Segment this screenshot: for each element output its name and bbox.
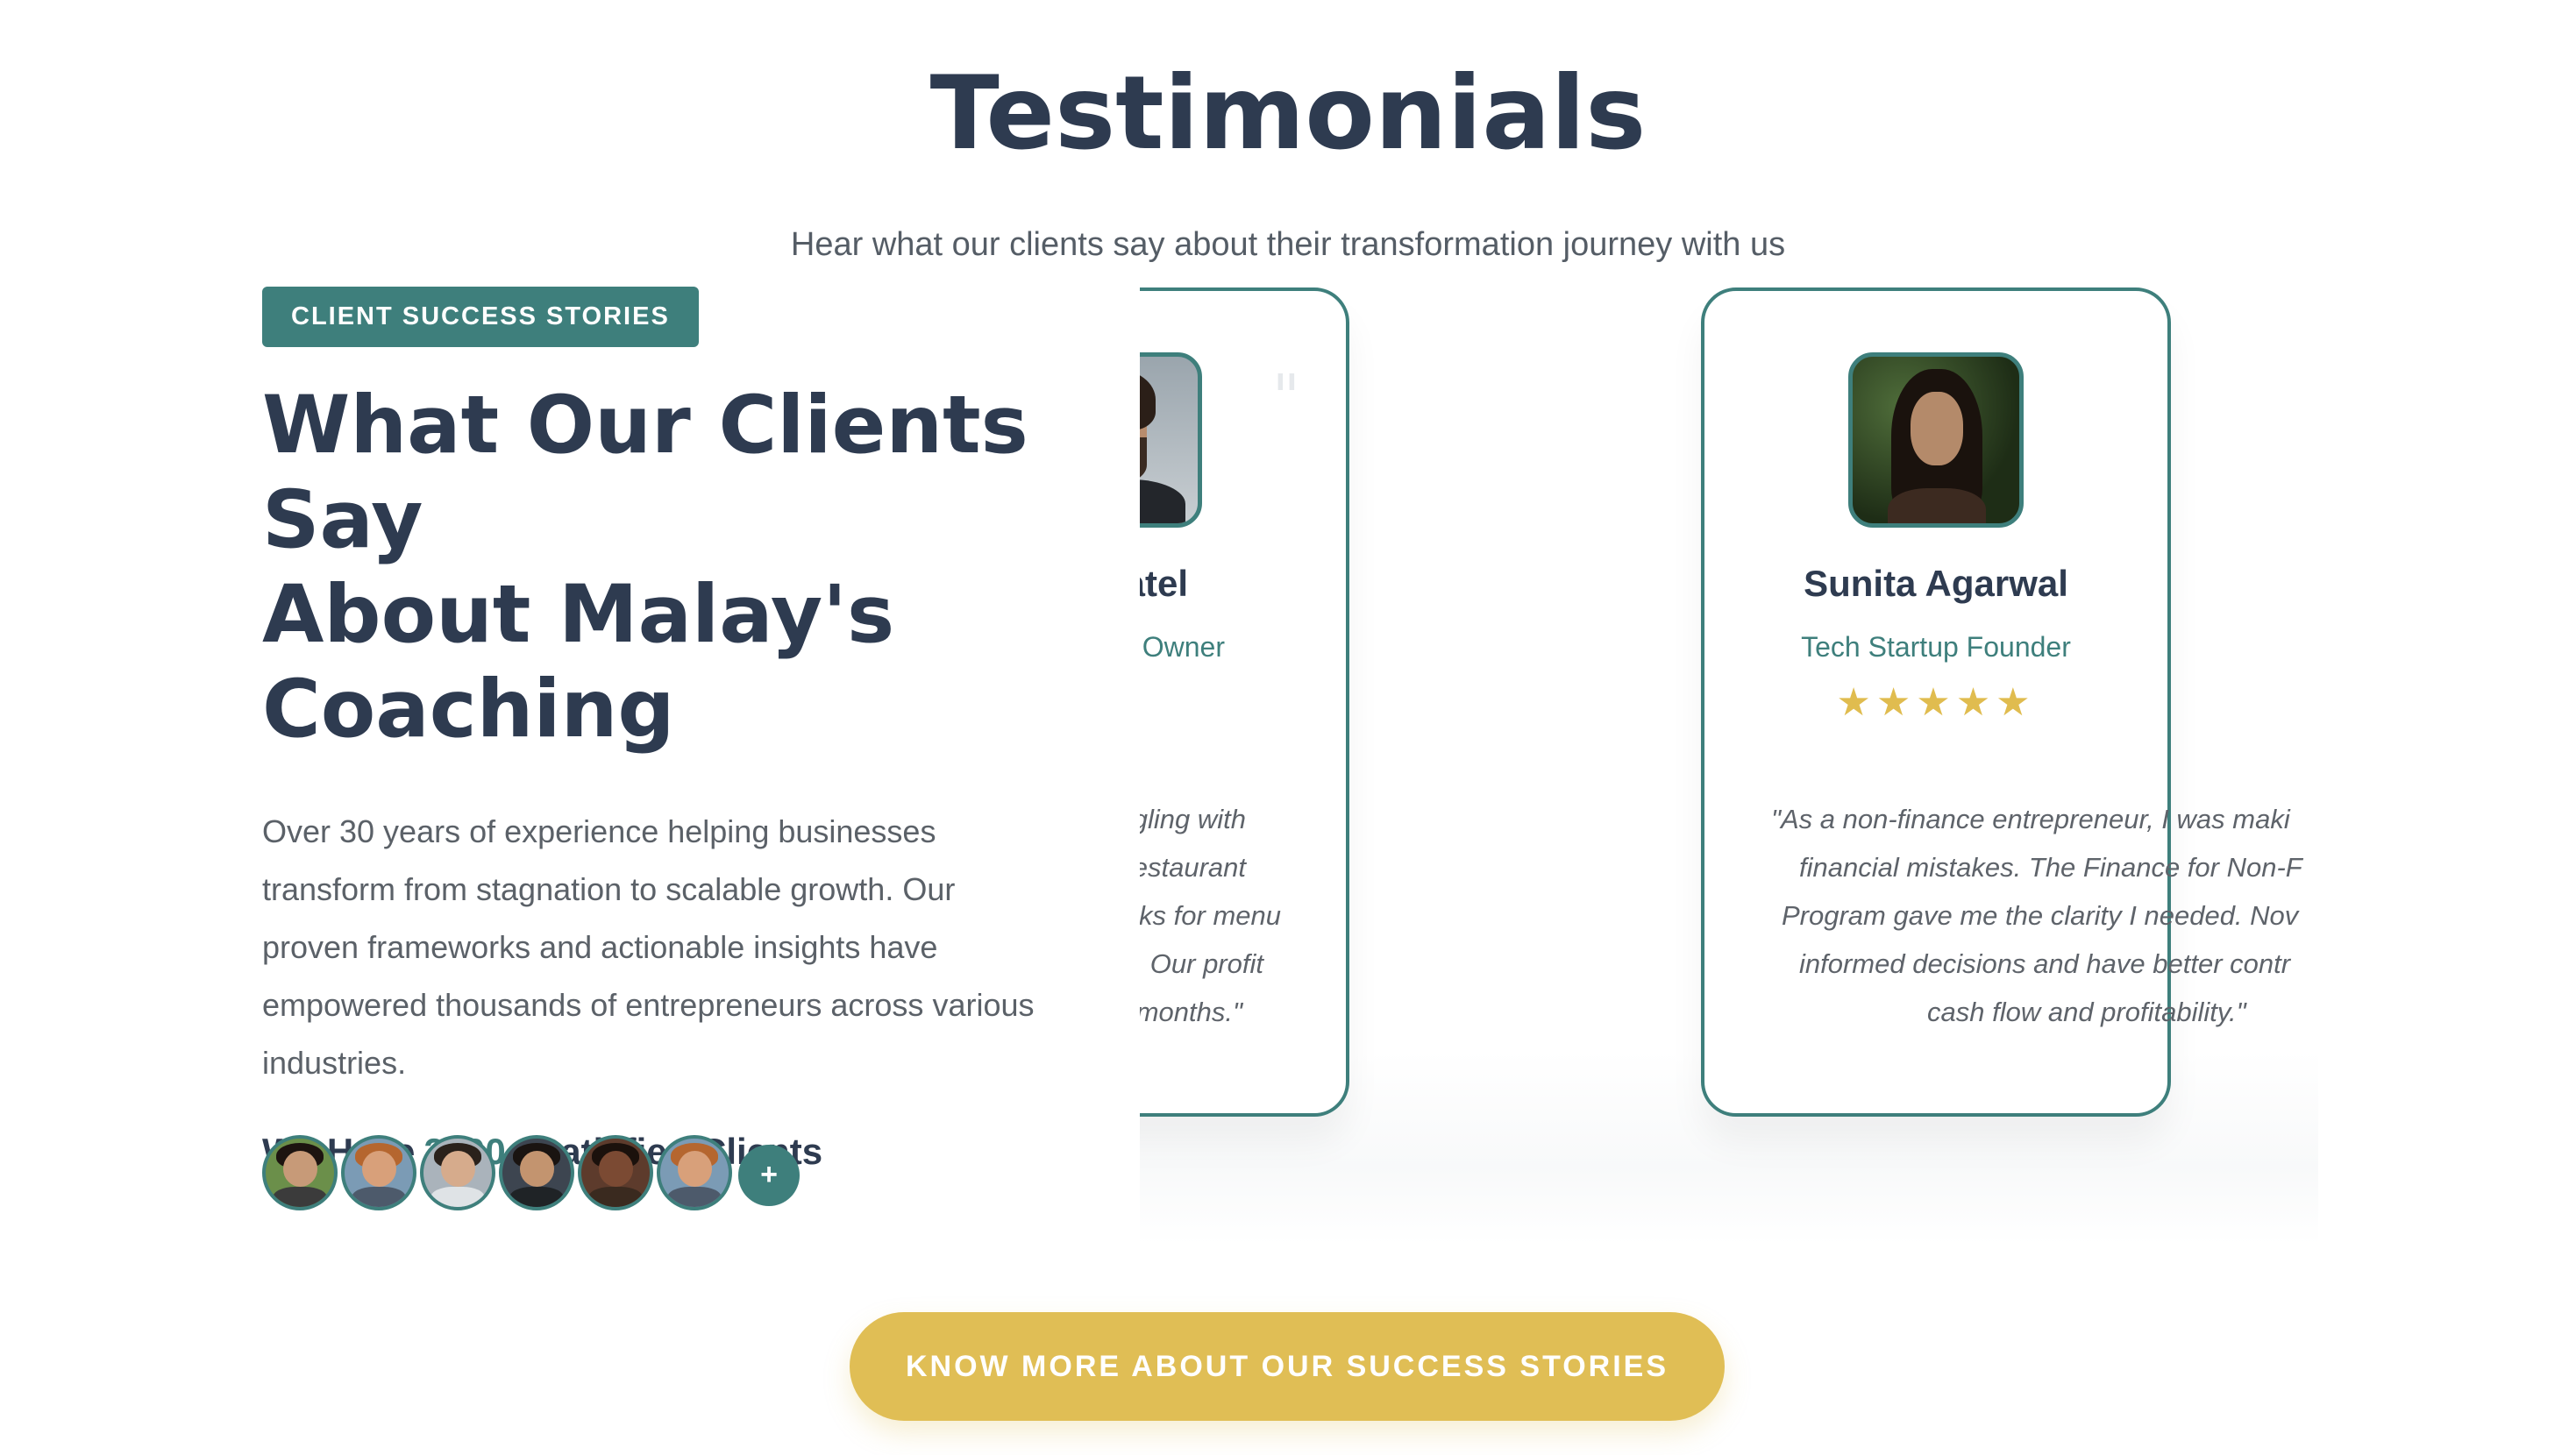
client-photo [1140, 352, 1202, 528]
avatar [262, 1135, 338, 1210]
client-photo [1848, 352, 2024, 528]
more-clients-button[interactable]: + [738, 1145, 800, 1206]
rating-stars: ★ ★ ★ [1140, 680, 1346, 725]
intro-heading-line: Coaching [262, 664, 675, 756]
intro-description-line: Over 30 years of experience helping busi… [262, 813, 936, 849]
section-subtitle: Hear what our clients say about their tr… [790, 226, 1786, 263]
testimonial-card: Sunita Agarwal Tech Startup Founder ★★★★… [1701, 287, 2302, 1117]
client-role: Tech Startup Founder [1801, 631, 2071, 663]
intro-heading: What Our Clients Say About Malay's Coach… [262, 379, 1086, 757]
quote-line: ness was struggling with [1140, 804, 1246, 834]
quote-icon: " [1271, 361, 1300, 433]
quote-line: informed decisions and have better contr [1799, 948, 2291, 979]
testimonial-carousel[interactable]: " it Patel t Chain Owner ★ ★ ★ ness was … [1140, 272, 2318, 1245]
intro-description-line: industries. [262, 1045, 407, 1081]
testimonial-quote: ness was struggling with ability. Malay'… [1140, 795, 1281, 1036]
client-role: t Chain Owner [1140, 631, 1225, 663]
avatar [657, 1135, 732, 1210]
intro-description-line: transform from stagnation to scalable gr… [262, 871, 956, 907]
category-badge: CLIENT SUCCESS STORIES [262, 287, 699, 347]
quote-line: "As a non-finance entrepreneur, I was ma… [1771, 804, 2290, 834]
avatar [499, 1135, 574, 1210]
intro-description: Over 30 years of experience helping busi… [262, 803, 1078, 1092]
quote-line: Program gave me the clarity I needed. No… [1782, 900, 2299, 931]
intro-column: CLIENT SUCCESS STORIES What Our Clients … [262, 287, 1086, 1173]
success-stories-button[interactable]: KNOW MORE ABOUT OUR SUCCESS STORIES [850, 1312, 1725, 1421]
quote-line: d clear frameworks for menu [1140, 900, 1281, 931]
avatar [341, 1135, 416, 1210]
avatar [420, 1135, 495, 1210]
rating-stars: ★★★★★ [1836, 681, 2036, 724]
quote-line: ability. Malay's Restaurant [1140, 852, 1246, 883]
testimonial-card: " it Patel t Chain Owner ★ ★ ★ ness was … [1140, 287, 1349, 1117]
intro-description-line: proven frameworks and actionable insight… [262, 929, 938, 965]
section-title: Testimonials [929, 54, 1647, 173]
intro-heading-line: About Malay's [262, 569, 895, 661]
intro-heading-line: What Our Clients Say [262, 380, 1028, 566]
testimonial-quote: "As a non-finance entrepreneur, I was ma… [1771, 795, 2302, 1036]
client-name: Sunita Agarwal [1804, 563, 2068, 604]
client-name: it Patel [1140, 563, 1188, 604]
avatar [578, 1135, 653, 1210]
quote-line: cash flow and profitability." [1927, 997, 2246, 1027]
quote-line: ational efficiency. Our profit [1140, 948, 1263, 979]
intro-description-line: empowered thousands of entrepreneurs acr… [262, 987, 1035, 1023]
quote-line: y 25% within 4 months." [1140, 997, 1242, 1027]
quote-line: financial mistakes. The Finance for Non-… [1799, 852, 2302, 883]
